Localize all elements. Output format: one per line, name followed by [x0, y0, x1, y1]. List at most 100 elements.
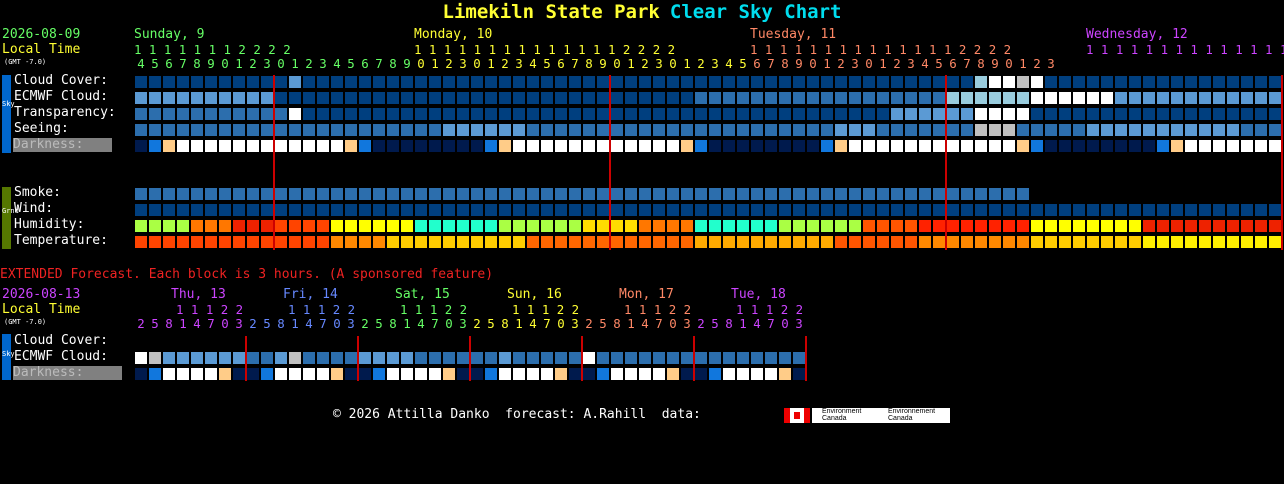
transparency-block — [345, 108, 357, 120]
wind-block — [163, 204, 175, 216]
ecmwf-block — [1101, 92, 1113, 104]
ext-darkness-block — [611, 368, 623, 380]
humidity-block — [177, 220, 189, 232]
humidity-block — [345, 220, 357, 232]
darkness-block — [975, 140, 987, 152]
humidity-block — [905, 220, 917, 232]
ext-darkness-block — [331, 368, 343, 380]
seeing-block — [555, 124, 567, 136]
transparency-block — [1031, 108, 1043, 120]
humidity-block — [653, 220, 665, 232]
wind-block — [751, 204, 763, 216]
ecmwf-block — [1017, 92, 1029, 104]
ext-darkness-block — [709, 368, 721, 380]
ext-ecmwf-block — [373, 352, 385, 364]
smoke-block — [317, 188, 329, 200]
humidity-block — [877, 220, 889, 232]
darkness-block — [1017, 140, 1029, 152]
humidity-block — [471, 220, 483, 232]
transparency-block — [849, 108, 861, 120]
cloud-cover-block — [135, 76, 147, 88]
cloud-cover-block — [247, 76, 259, 88]
wind-block — [149, 204, 161, 216]
wind-block — [933, 204, 945, 216]
seeing-block — [891, 124, 903, 136]
ext-darkness-block — [233, 368, 245, 380]
smoke-block — [597, 188, 609, 200]
temperature-block — [1213, 236, 1225, 248]
cloud-cover-block — [821, 76, 833, 88]
temperature-block — [163, 236, 175, 248]
temperature-block — [1003, 236, 1015, 248]
temperature-block — [751, 236, 763, 248]
ecmwf-block — [555, 92, 567, 104]
humidity-block — [639, 220, 651, 232]
smoke-block — [947, 188, 959, 200]
cloud-cover-block — [877, 76, 889, 88]
smoke-block — [611, 188, 623, 200]
smoke-block — [555, 188, 567, 200]
smoke-block — [639, 188, 651, 200]
darkness-block — [289, 140, 301, 152]
humidity-block — [1101, 220, 1113, 232]
ecmwf-block — [681, 92, 693, 104]
seeing-block — [1185, 124, 1197, 136]
smoke-block — [849, 188, 861, 200]
ecmwf-block — [639, 92, 651, 104]
temperature-block — [807, 236, 819, 248]
humidity-block — [499, 220, 511, 232]
wind-block — [401, 204, 413, 216]
smoke-block — [233, 188, 245, 200]
humidity-block — [1045, 220, 1057, 232]
seeing-block — [835, 124, 847, 136]
ext-day-divider — [245, 336, 247, 381]
smoke-block — [289, 188, 301, 200]
temperature-block — [1101, 236, 1113, 248]
wind-block — [219, 204, 231, 216]
seeing-block — [821, 124, 833, 136]
darkness-block — [723, 140, 735, 152]
darkness-block — [485, 140, 497, 152]
transparency-block — [219, 108, 231, 120]
wind-block — [1227, 204, 1239, 216]
transparency-block — [569, 108, 581, 120]
darkness-block — [415, 140, 427, 152]
humidity-block — [1185, 220, 1197, 232]
humidity-block — [1129, 220, 1141, 232]
ext-ecmwf-block — [611, 352, 623, 364]
smoke-block — [471, 188, 483, 200]
cloud-cover-block — [695, 76, 707, 88]
wind-block — [387, 204, 399, 216]
ext-ecmwf-block — [443, 352, 455, 364]
ecmwf-block — [807, 92, 819, 104]
ecmwf-block — [1269, 92, 1281, 104]
ecmwf-block — [429, 92, 441, 104]
ext-ecmwf-block — [667, 352, 679, 364]
darkness-block — [1129, 140, 1141, 152]
wind-block — [247, 204, 259, 216]
transparency-block — [765, 108, 777, 120]
temperature-block — [261, 236, 273, 248]
ext-ecmwf-block — [177, 352, 189, 364]
ext-ecmwf-block — [219, 352, 231, 364]
temperature-block — [359, 236, 371, 248]
ext-ecmwf-block — [457, 352, 469, 364]
wind-block — [471, 204, 483, 216]
transparency-block — [723, 108, 735, 120]
darkness-block — [1087, 140, 1099, 152]
transparency-block — [191, 108, 203, 120]
seeing-block — [261, 124, 273, 136]
ext-ecmwf-block — [233, 352, 245, 364]
temperature-block — [149, 236, 161, 248]
ext-ecmwf-block — [359, 352, 371, 364]
cloud-cover-block — [275, 76, 287, 88]
humidity-block — [723, 220, 735, 232]
ext-darkness-block — [177, 368, 189, 380]
seeing-block — [1171, 124, 1183, 136]
ext-ecmwf-block — [317, 352, 329, 364]
temperature-block — [247, 236, 259, 248]
seeing-block — [135, 124, 147, 136]
cloud-cover-block — [639, 76, 651, 88]
environment-canada-logo[interactable]: Environment Canada Environnement Canada — [812, 408, 950, 423]
ext-day-divider — [581, 336, 583, 381]
